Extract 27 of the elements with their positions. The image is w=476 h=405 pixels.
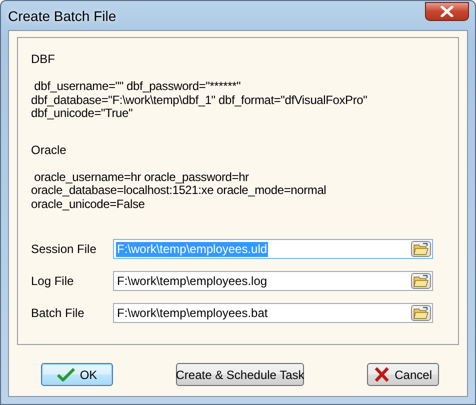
cross-icon: [374, 367, 390, 382]
dialog-button[interactable]: Create & Schedule Task: [176, 363, 304, 386]
parameter-line: dbf_unicode="True": [31, 107, 133, 120]
browse-button[interactable]: [411, 241, 431, 257]
close-button[interactable]: [425, 2, 469, 20]
window-title: Create Batch File: [8, 8, 116, 24]
dialog-button[interactable]: Cancel: [367, 363, 439, 386]
field-label: Session File: [31, 242, 98, 256]
folder-icon: [413, 274, 429, 288]
folder-icon: [413, 242, 429, 256]
parameter-line: oracle_username=hr oracle_password=hr: [33, 170, 250, 184]
browse-button[interactable]: [411, 273, 431, 289]
field-label: Log File: [31, 274, 75, 288]
parameter-line: dbf_username="" dbf_password="******": [33, 80, 242, 94]
parameter-line: oracle_unicode=False: [31, 198, 146, 211]
field-label: Batch File: [31, 306, 86, 320]
parameter-line: dbf_database="F:\work\temp\dbf_1" dbf_format="dfVisualFoxPro": [31, 94, 368, 107]
close-icon: [440, 6, 454, 16]
dialog-button[interactable]: OK: [41, 363, 113, 386]
section-heading: DBF: [31, 52, 56, 66]
file-path-field[interactable]: F:\work\temp\employees.log: [113, 271, 433, 291]
check-icon: [56, 368, 75, 382]
file-path-field[interactable]: F:\work\temp\employees.bat: [113, 303, 433, 323]
section-heading: Oracle: [31, 142, 68, 156]
folder-icon: [413, 306, 429, 320]
parameter-line: oracle_database=localhost:1521:xe oracle_mode=normal: [31, 184, 328, 198]
browse-button[interactable]: [411, 305, 431, 321]
